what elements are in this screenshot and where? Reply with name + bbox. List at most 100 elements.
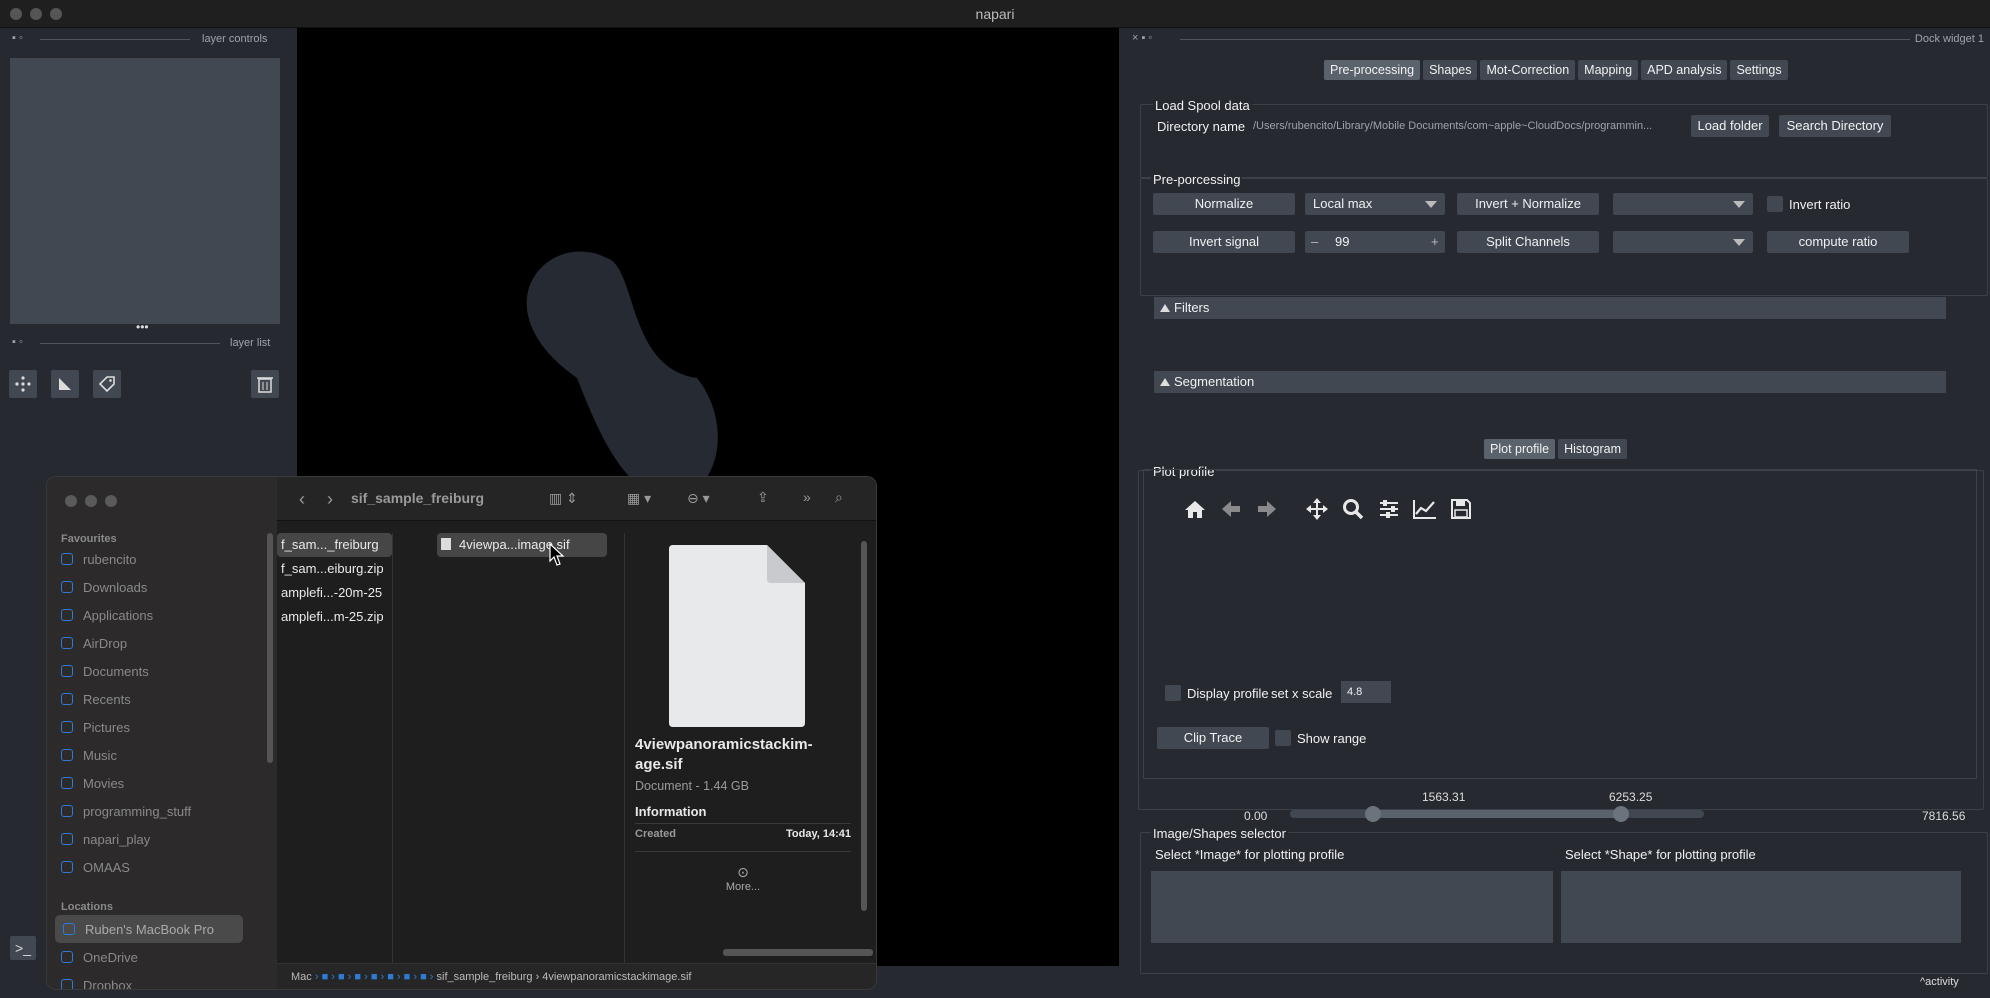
group-icon[interactable]: ▦ ▾ [627,490,651,507]
clip-trace-button[interactable]: Clip Trace [1157,727,1269,749]
zoom-window-icon[interactable] [105,495,117,507]
more-actions-icon[interactable]: ⊖ ▾ [687,490,710,507]
minimize-window-icon[interactable] [85,495,97,507]
pan-icon[interactable] [1303,495,1331,523]
search-directory-button[interactable]: Search Directory [1779,115,1891,137]
spinbox[interactable]: – 99 + [1305,231,1445,253]
range-slider-low-handle[interactable] [1364,806,1381,822]
sidebar-item[interactable]: rubencito [47,545,277,573]
tab-apd-analysis[interactable]: APD analysis [1641,60,1728,80]
sidebar-item-label: Dropbox [83,977,133,990]
overflow-icon[interactable]: » [803,489,811,505]
sidebar-item[interactable]: AirDrop [47,629,277,657]
display-profile-checkbox[interactable] [1165,685,1181,701]
configure-subplots-icon[interactable] [1375,495,1403,523]
sidebar-scrollbar[interactable] [267,533,273,763]
normalize-method-select[interactable]: Local max [1305,193,1445,215]
forward-arrow-icon[interactable] [1253,495,1281,523]
console-button[interactable]: >_ [10,936,36,960]
shape-list[interactable] [1561,871,1961,943]
sidebar-item[interactable]: Ruben's MacBook Pro [55,915,243,943]
file-item-sif[interactable]: 4viewpa...image.sif [437,533,607,557]
path-mac[interactable]: Mac [291,971,312,983]
file-item[interactable]: f_sam...eiburg.zip [277,557,392,581]
spin-minus-icon[interactable]: – [1311,231,1318,253]
x-scale-input[interactable]: 4.8 [1341,681,1391,703]
created-label: Created [635,828,676,840]
sidebar-item[interactable]: Music [47,741,277,769]
sidebar-item[interactable]: OMAAS [47,853,277,881]
split-channels-button[interactable]: Split Channels [1457,231,1599,253]
back-arrow-icon[interactable] [1217,495,1245,523]
tab-shapes[interactable]: Shapes [1423,60,1478,80]
sidebar-item[interactable]: napari_play [47,825,277,853]
compute-ratio-button[interactable]: compute ratio [1767,231,1909,253]
forward-icon[interactable]: › [327,489,333,510]
save-icon[interactable] [1447,495,1475,523]
sidebar-item[interactable]: Movies [47,769,277,797]
file-item[interactable]: f_sam..._freiburg [277,533,392,557]
sidebar-item[interactable]: Recents [47,685,277,713]
segmentation-collapsible[interactable]: Segmentation [1154,371,1946,393]
plot-tab-bar: Plot profile Histogram [1484,439,1628,459]
channel-select-2[interactable] [1613,231,1753,253]
activity-button[interactable]: ^activity [1920,976,1959,988]
path-folder[interactable]: sif_sample_freiburg [437,971,533,983]
tab-plot-profile[interactable]: Plot profile [1484,439,1556,459]
preprocessing-title: Pre-porcessing [1151,172,1243,187]
spin-plus-icon[interactable]: + [1431,231,1439,253]
invert-normalize-button[interactable]: Invert + Normalize [1457,193,1599,215]
range-slider-high-handle[interactable] [1613,806,1630,822]
document-icon [441,538,451,550]
sidebar-item[interactable]: programming_stuff [47,797,277,825]
finder-preview: 4viewpanoramicstackim-age.sif Document -… [635,533,871,963]
image-list[interactable] [1151,871,1553,943]
more-button[interactable]: ⊙ More... [635,851,851,911]
column-view-icon[interactable]: ▥ ⇕ [549,490,578,507]
invert-signal-button[interactable]: Invert signal [1153,231,1295,253]
normalize-button[interactable]: Normalize [1153,193,1295,215]
channel-select-1[interactable] [1613,193,1753,215]
tab-settings[interactable]: Settings [1730,60,1788,80]
edit-axis-icon[interactable] [1411,495,1439,523]
tab-histogram[interactable]: Histogram [1558,439,1628,459]
tab-mot-correction[interactable]: Mot-Correction [1480,60,1576,80]
sidebar-item[interactable]: Pictures [47,713,277,741]
filters-collapsible[interactable]: Filters [1154,297,1946,319]
preview-scrollbar[interactable] [861,541,867,911]
range-slider-track[interactable] [1290,806,1704,822]
close-window-icon[interactable] [65,495,77,507]
tab-pre-processing[interactable]: Pre-processing [1324,60,1421,80]
load-folder-button[interactable]: Load folder [1691,115,1769,137]
splitter-handle[interactable]: ••• [136,320,149,334]
document-preview-icon [669,545,805,727]
back-icon[interactable]: ‹ [299,489,305,510]
right-dock: × ▪ ◦ Dock widget 1 Pre-processing Shapes… [1122,28,1990,998]
zoom-icon[interactable] [1339,495,1367,523]
tab-mapping[interactable]: Mapping [1578,60,1639,80]
delete-layer-button[interactable] [251,370,279,398]
sidebar-item[interactable]: Dropbox [47,971,277,990]
plot-profile-group: Plot profile Display profile set x scale… [1138,464,1984,810]
new-shapes-layer-button[interactable] [51,370,79,398]
share-icon[interactable]: ⇪ [757,489,769,506]
file-item[interactable]: amplefi...-20m-25 [277,581,392,605]
horizontal-scrollbar[interactable] [723,949,873,956]
dock-title-buttons-icon[interactable]: × ▪ ◦ [1132,32,1152,44]
float-icon[interactable]: ▪ ◦ [12,32,23,44]
new-labels-layer-button[interactable] [93,370,121,398]
sidebar-item[interactable]: Applications [47,601,277,629]
directory-field[interactable]: /Users/rubencito/Library/Mobile Document… [1247,115,1677,137]
new-points-layer-button[interactable] [9,370,37,398]
show-range-checkbox[interactable] [1275,730,1291,746]
invert-ratio-checkbox[interactable] [1767,196,1783,212]
home-icon[interactable] [1181,495,1209,523]
search-icon[interactable]: ⌕ [835,489,843,506]
sidebar-item[interactable]: Downloads [47,573,277,601]
sidebar-item[interactable]: OneDrive [47,943,277,971]
path-file[interactable]: 4viewpanoramicstackimage.sif [542,971,691,983]
folder-icon [61,749,73,761]
float-icon[interactable]: ▪ ◦ [12,336,23,348]
sidebar-item[interactable]: Documents [47,657,277,685]
file-item[interactable]: amplefi...m-25.zip [277,605,392,629]
